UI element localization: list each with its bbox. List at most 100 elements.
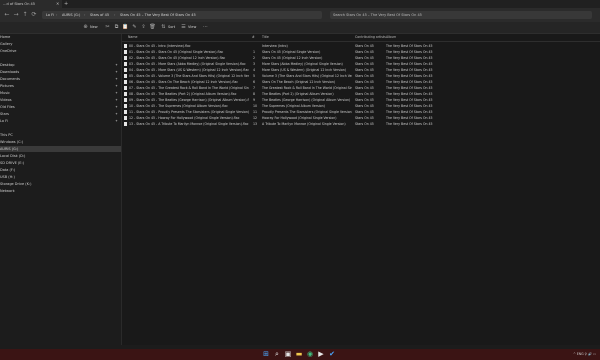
sidebar-item-label: Old Files (0, 105, 15, 109)
pin-icon: ✦ (115, 91, 118, 95)
task-view-icon[interactable]: ▣ (284, 350, 293, 359)
sidebar-item-label: Home (0, 35, 11, 39)
sidebar-item[interactable]: Storage Drive (K:) (0, 181, 121, 187)
audio-file-icon (124, 80, 127, 84)
pin-icon: ✦ (115, 77, 118, 81)
sidebar-item[interactable]: Desktop ✦ (0, 62, 121, 68)
search-icon[interactable]: ⌕ (273, 350, 282, 359)
table-row[interactable]: 13 - Stars On 45 - A Tribute To Marilyn … (122, 121, 600, 127)
sidebar-item[interactable]: This PC (0, 132, 121, 138)
sidebar-item-label: Gallery (0, 42, 13, 46)
file-explorer-icon[interactable]: ▬ (295, 350, 304, 359)
refresh-icon[interactable]: ⟳ (30, 11, 38, 19)
pin-icon: ✦ (115, 112, 118, 116)
column-title[interactable]: Title (262, 34, 269, 41)
rename-icon[interactable]: ✎ (131, 24, 138, 31)
address-bar[interactable]: Lo Fi › AURIS (G:) › Stars of 45 › Stars… (42, 11, 322, 19)
track-number: 13 (253, 122, 258, 126)
pin-icon: ✦ (115, 84, 118, 88)
column-name[interactable]: Name (128, 34, 137, 41)
media-player-icon[interactable]: ▶ (317, 350, 326, 359)
audio-file-icon (124, 56, 127, 60)
pin-icon: ✦ (115, 70, 118, 74)
sidebar-item[interactable]: OneDrive (0, 48, 121, 54)
audio-file-icon (124, 68, 127, 72)
browser-icon[interactable]: ◉ (306, 350, 315, 359)
sidebar-item[interactable]: Home (0, 34, 121, 40)
sidebar-item-label: Desktop (0, 63, 15, 67)
sidebar-item-label: Network (0, 189, 15, 193)
audio-file-icon (124, 98, 127, 102)
system-tray[interactable]: ^ ENG ⚲ 🔊 ▭ (573, 350, 596, 359)
breadcrumb-lofi[interactable]: Lo Fi (46, 11, 54, 19)
sort-button[interactable]: Sort (168, 24, 175, 31)
pin-icon: ✦ (115, 63, 118, 67)
audio-file-icon (124, 74, 127, 78)
up-icon[interactable]: ↑ (21, 11, 29, 19)
copy-icon[interactable]: ⧉ (113, 24, 120, 31)
sidebar-item[interactable] (0, 55, 121, 61)
file-name: 13 - Stars On 45 - A Tribute To Marilyn … (129, 122, 249, 126)
audio-file-icon (124, 104, 127, 108)
sidebar-item[interactable]: Stars ✦ (0, 111, 121, 117)
title-bar: …d of Stars On 45 ✕ + (0, 0, 600, 8)
sidebar-item-label: Stars (0, 112, 10, 116)
breadcrumb-drive[interactable]: AURIS (G:) (62, 11, 80, 19)
view-icon[interactable]: ☰ (180, 24, 187, 31)
sidebar-item[interactable]: USB (H:) (0, 174, 121, 180)
cut-icon[interactable]: ✂ (104, 24, 111, 31)
sidebar-item-label: USB (H:) (0, 175, 15, 179)
sidebar-item[interactable]: Documents ✦ (0, 76, 121, 82)
share-icon[interactable]: ⇪ (140, 24, 147, 31)
view-button[interactable]: View (188, 24, 196, 31)
sidebar-item[interactable]: Gallery (0, 41, 121, 47)
sidebar-item[interactable]: SD DRIVE (E:) (0, 160, 121, 166)
address-row: ← → ↑ ⟳ Lo Fi › AURIS (G:) › Stars of 45… (0, 8, 600, 22)
column-contributing-artists[interactable]: Contributing artists (355, 34, 386, 41)
sidebar-item[interactable]: Data (F:) (0, 167, 121, 173)
tab-title: …d of Stars On 45 (3, 2, 35, 6)
sidebar-item[interactable]: Old Files ✦ (0, 104, 121, 110)
sidebar-item-label: Local Disk (D:) (0, 154, 26, 158)
sidebar-item[interactable]: Downloads ✦ (0, 69, 121, 75)
start-icon[interactable]: ⊞ (262, 350, 271, 359)
back-icon[interactable]: ← (3, 11, 11, 19)
command-bar: ⊕ New ✂ ⧉ 📋 ✎ ⇪ 🗑 ⇅ Sort ☰ View ⋯ (0, 22, 600, 34)
column-track-number[interactable]: # (252, 34, 255, 41)
column-header-row: Name # Title Contributing artists Album (122, 34, 600, 42)
sidebar-item[interactable]: Lo Fi ✦ (0, 118, 121, 124)
close-tab-icon[interactable]: ✕ (56, 0, 59, 8)
forward-icon[interactable]: → (12, 11, 20, 19)
new-icon[interactable]: ⊕ (82, 24, 89, 31)
column-album[interactable]: Album (386, 34, 396, 41)
tab-current[interactable]: …d of Stars On 45 (0, 0, 62, 8)
sidebar-item[interactable]: Videos ✦ (0, 97, 121, 103)
search-input[interactable]: Search Stars On 45 – The Very Best Of St… (330, 11, 592, 19)
new-tab-button[interactable]: + (64, 0, 68, 8)
sidebar-item[interactable]: AURIS (G:) (0, 146, 121, 152)
search-placeholder: Search Stars On 45 – The Very Best Of St… (333, 13, 422, 17)
track-title: A Tribute To Marilyn Monroe (Original Si… (262, 122, 346, 126)
sidebar-item-label: Storage Drive (K:) (0, 182, 32, 186)
audio-file-icon (124, 86, 127, 90)
sidebar-item[interactable]: Local Disk (D:) (0, 153, 121, 159)
new-button[interactable]: New (90, 24, 98, 31)
breadcrumb-album[interactable]: Stars On 45 – The Very Best Of Stars On … (120, 11, 196, 19)
sort-icon[interactable]: ⇅ (160, 24, 167, 31)
breadcrumb-folder[interactable]: Stars of 45 (90, 11, 109, 19)
audio-file-icon (124, 116, 127, 120)
pin-icon: ✦ (115, 98, 118, 102)
sidebar-item[interactable]: Pictures ✦ (0, 83, 121, 89)
audio-file-icon (124, 122, 127, 126)
pin-icon: ✦ (115, 105, 118, 109)
sidebar-item[interactable] (0, 125, 121, 131)
sidebar-item-label: OneDrive (0, 49, 17, 53)
sidebar-item[interactable]: Music ✦ (0, 90, 121, 96)
sidebar-item[interactable]: Network (0, 188, 121, 194)
sidebar-item[interactable]: Windows (C:) (0, 139, 121, 145)
more-icon[interactable]: ⋯ (202, 24, 209, 31)
paste-icon[interactable]: 📋 (122, 24, 129, 31)
app-icon[interactable]: ✔ (328, 350, 337, 359)
pin-icon: ✦ (115, 119, 118, 123)
delete-icon[interactable]: 🗑 (149, 24, 156, 31)
